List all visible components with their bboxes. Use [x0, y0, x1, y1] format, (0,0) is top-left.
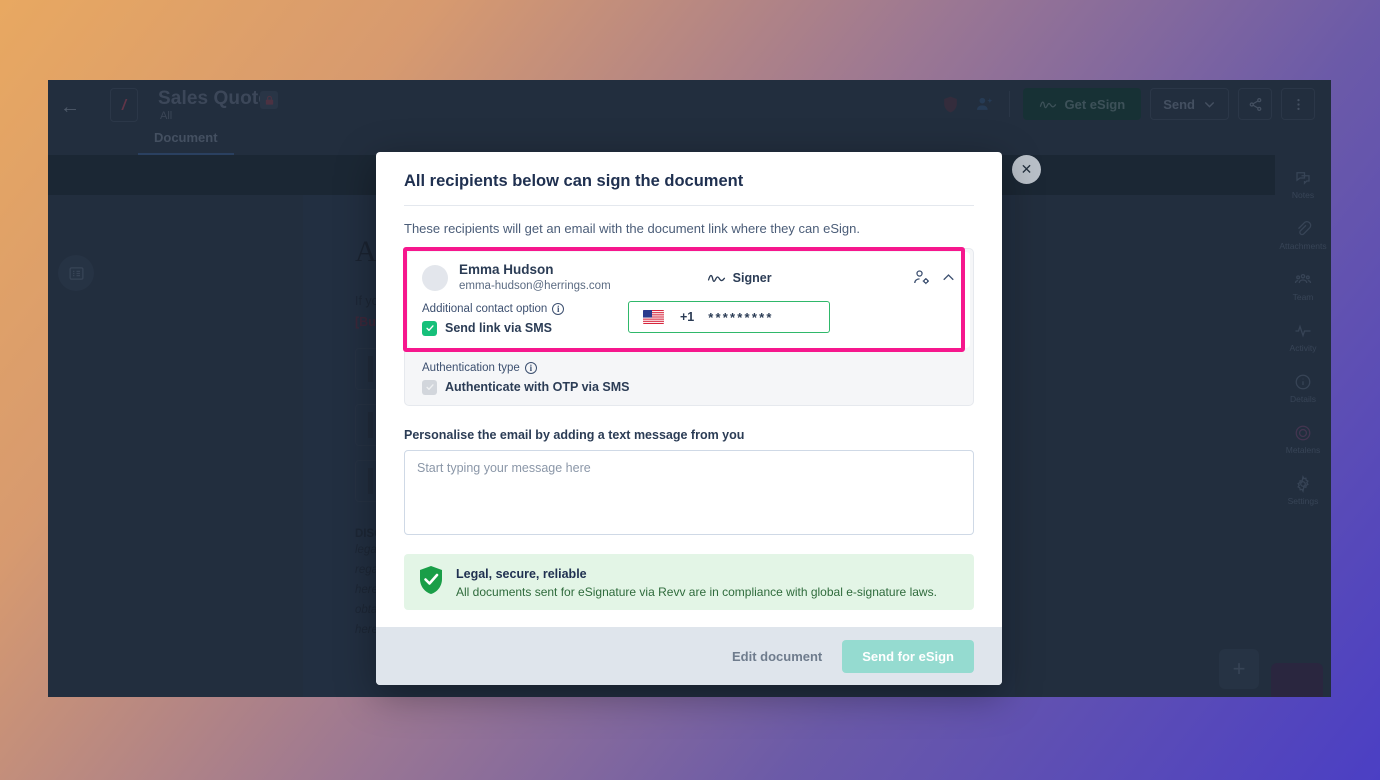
check-icon: [425, 325, 434, 332]
recipient-actions: [912, 268, 956, 287]
message-textarea[interactable]: [404, 449, 974, 535]
authentication-type-label: Authentication type i: [422, 361, 959, 374]
check-icon: [425, 384, 434, 391]
recipient-card: Emma Hudson emma-hudson@herrings.com Sig…: [404, 248, 974, 406]
shield-check-icon: [418, 565, 444, 595]
recipient-email: emma-hudson@herrings.com: [459, 279, 611, 292]
legal-description: All documents sent for eSignature via Re…: [456, 584, 937, 599]
close-icon[interactable]: ✕: [1012, 155, 1041, 184]
legal-notice: Legal, secure, reliable All documents se…: [404, 553, 974, 610]
personalise-email-label: Personalise the email by adding a text m…: [404, 427, 745, 442]
otp-option-row[interactable]: Authenticate with OTP via SMS: [422, 379, 959, 395]
authenticate-otp-label: Authenticate with OTP via SMS: [445, 380, 630, 395]
modal-subtitle: These recipients will get an email with …: [404, 221, 860, 236]
additional-contact-option-text: Additional contact option: [422, 302, 548, 315]
esign-recipients-modal: All recipients below can sign the docume…: [376, 152, 1002, 685]
send-link-via-sms-checkbox[interactable]: [422, 320, 437, 336]
modal-title: All recipients below can sign the docume…: [404, 172, 744, 190]
authentication-type-text: Authentication type: [422, 361, 520, 374]
send-link-via-sms-label: Send link via SMS: [445, 321, 552, 336]
avatar: [422, 264, 448, 291]
authentication-section: Authentication type i Authenticate with …: [405, 351, 973, 395]
modal-footer: Edit document Send for eSign: [376, 627, 1002, 685]
modal-body: All recipients below can sign the docume…: [376, 152, 1002, 627]
recipient-card-wrapper: Emma Hudson emma-hudson@herrings.com Sig…: [403, 247, 974, 406]
recipient-identity: Emma Hudson emma-hudson@herrings.com: [459, 262, 611, 294]
person-settings-icon[interactable]: [912, 268, 931, 287]
phone-number-input[interactable]: +1 *********: [628, 301, 830, 333]
us-flag-icon: [643, 310, 664, 324]
recipient-name: Emma Hudson: [459, 262, 554, 277]
authenticate-otp-checkbox[interactable]: [422, 379, 437, 395]
info-icon[interactable]: i: [524, 361, 537, 374]
send-for-esign-button[interactable]: Send for eSign: [842, 639, 974, 673]
phone-number-value: *********: [708, 309, 774, 325]
legal-text-block: Legal, secure, reliable All documents se…: [456, 565, 937, 599]
recipient-role: Signer: [707, 271, 772, 285]
chevron-up-icon[interactable]: [941, 270, 956, 285]
edit-document-button[interactable]: Edit document: [732, 649, 822, 664]
legal-title: Legal, secure, reliable: [456, 566, 587, 581]
info-icon[interactable]: i: [552, 302, 565, 315]
modal-divider: [404, 205, 974, 206]
recipient-role-label: Signer: [732, 270, 772, 285]
recipient-primary-row: Emma Hudson emma-hudson@herrings.com Sig…: [408, 252, 970, 348]
country-code: +1: [680, 310, 695, 324]
recipient-header: Emma Hudson emma-hudson@herrings.com Sig…: [422, 262, 956, 294]
signature-icon: [707, 275, 725, 283]
